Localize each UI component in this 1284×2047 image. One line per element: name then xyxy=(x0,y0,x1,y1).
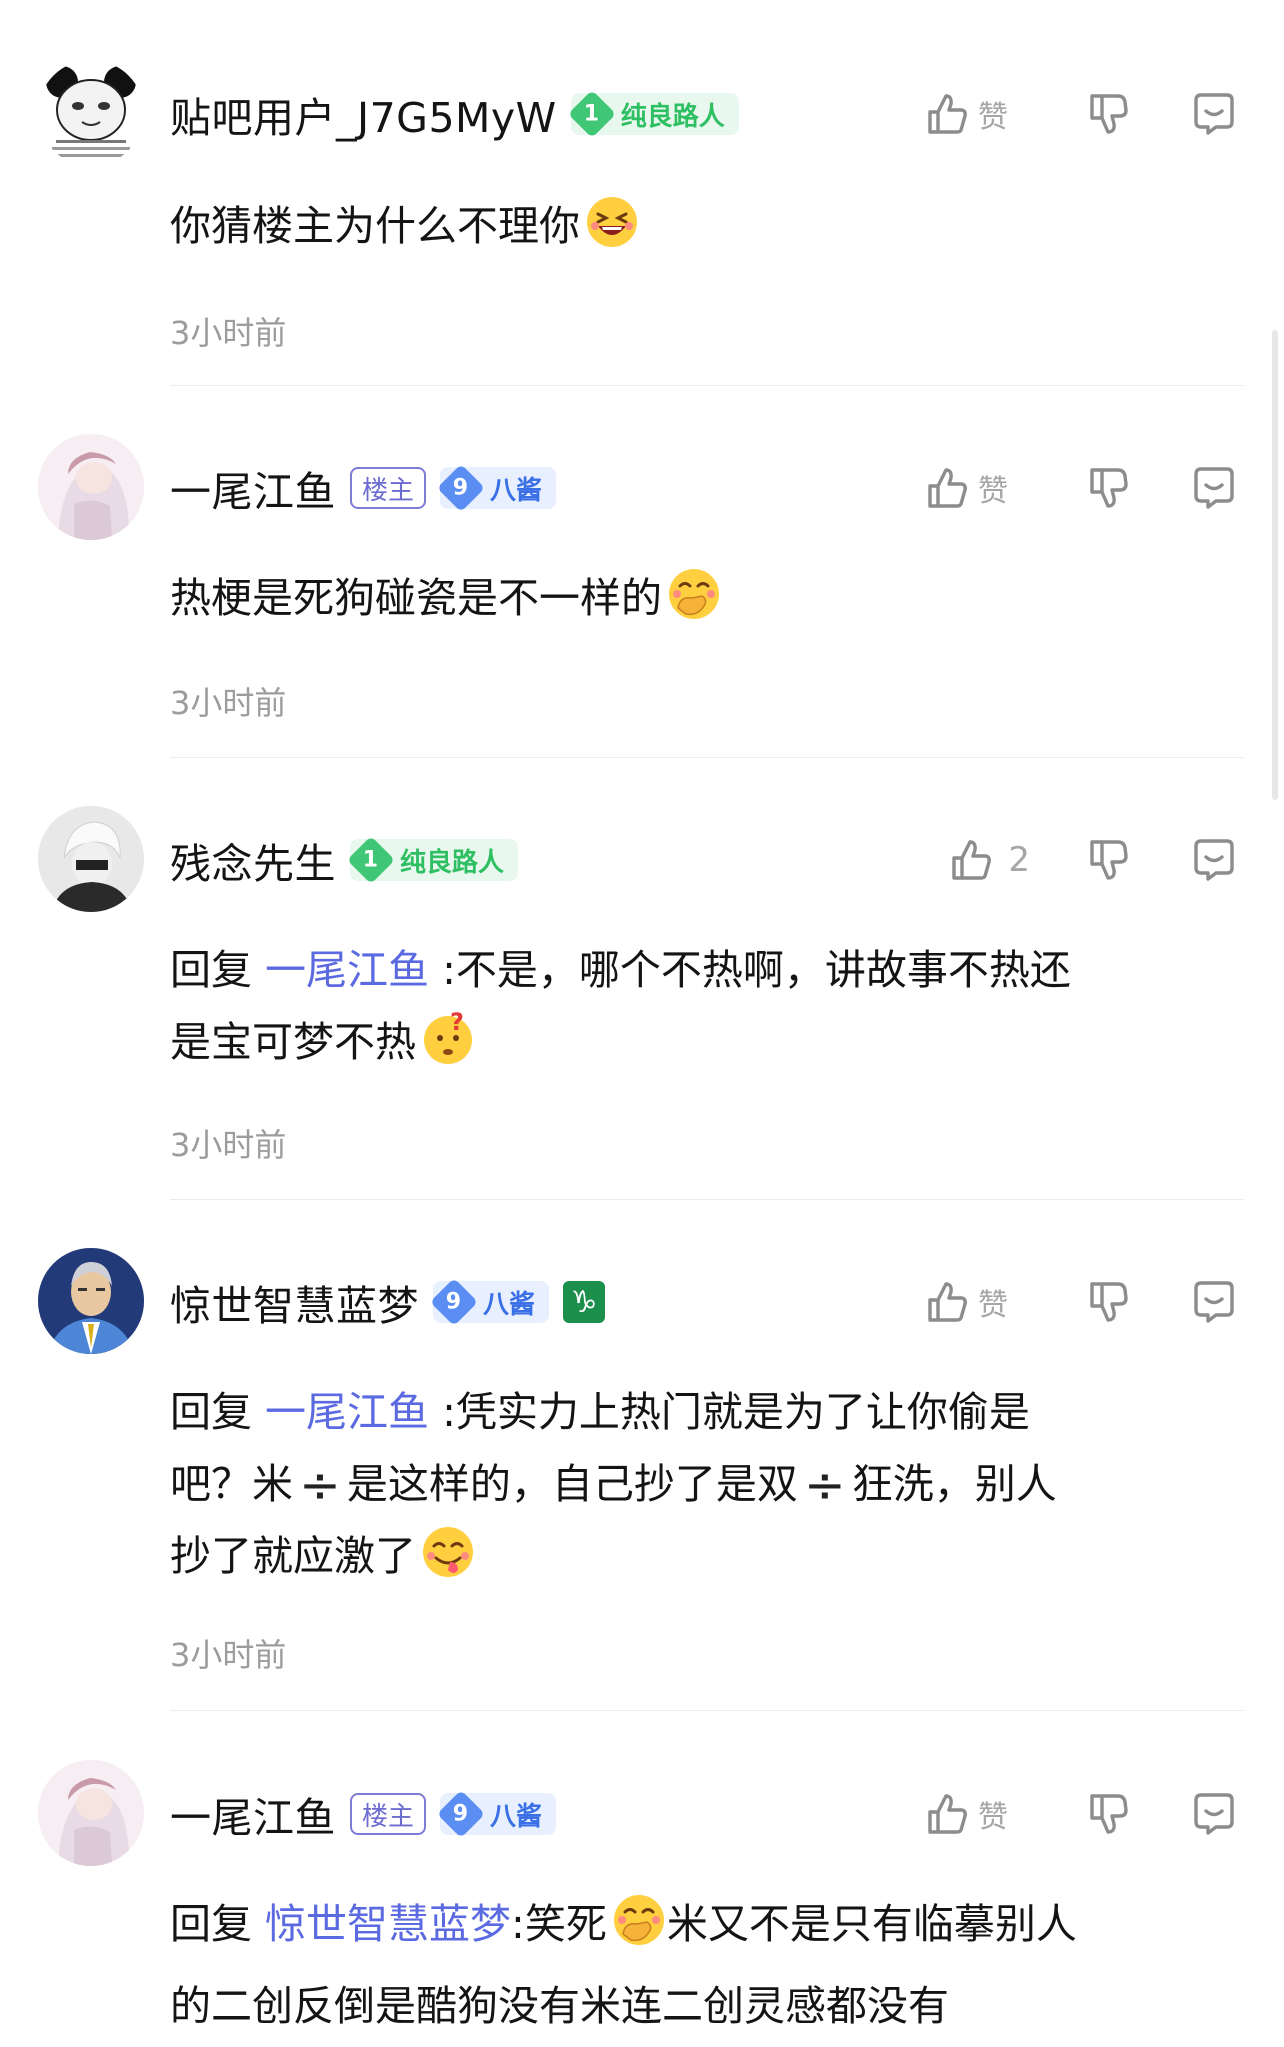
comment-text: 回复 惊世智慧蓝梦:笑死 米又不是只有临摹别人 的二创反倒是酷狗没有米连二创灵感都… xyxy=(170,1888,1230,2042)
comment-feed: 贴吧用户_J7G5MyW 1 纯良路人 赞 你猜楼主为什么不理你 3小时前 一尾… xyxy=(0,0,1284,2047)
level-badge: 9 八酱 xyxy=(436,1789,557,1839)
reply-button[interactable] xyxy=(1184,1790,1244,1838)
comment-bubble-icon xyxy=(1194,1793,1234,1835)
like-label: 赞 xyxy=(978,1800,1008,1835)
reply-prefix: 回复 xyxy=(170,1900,252,1948)
hand-over-mouth-emoji xyxy=(611,1892,667,1970)
username[interactable]: 一尾江鱼 xyxy=(170,1784,336,1844)
level-title: 八酱 xyxy=(490,1801,543,1832)
op-badge: 楼主 xyxy=(350,1793,427,1835)
scrollbar[interactable] xyxy=(1272,330,1278,800)
dislike-button[interactable] xyxy=(1078,1790,1138,1838)
level-gem-icon: 9 xyxy=(436,1789,486,1839)
thumbs-up-icon xyxy=(928,1794,967,1834)
thumbs-down-icon xyxy=(1090,1794,1128,1834)
comment-header: 一尾江鱼 楼主 9 八酱 xyxy=(170,1784,557,1844)
comment-item: 一尾江鱼 楼主 9 八酱 赞 回复 惊世智慧蓝梦:笑死 米又不是只有临摹别人 的二… xyxy=(0,0,1284,2047)
mention-link[interactable]: 惊世智慧蓝梦 xyxy=(265,1900,511,1948)
comment-actions: 赞 xyxy=(922,1784,1244,1844)
like-button[interactable]: 赞 xyxy=(922,1790,1042,1838)
avatar[interactable] xyxy=(38,1760,144,1866)
